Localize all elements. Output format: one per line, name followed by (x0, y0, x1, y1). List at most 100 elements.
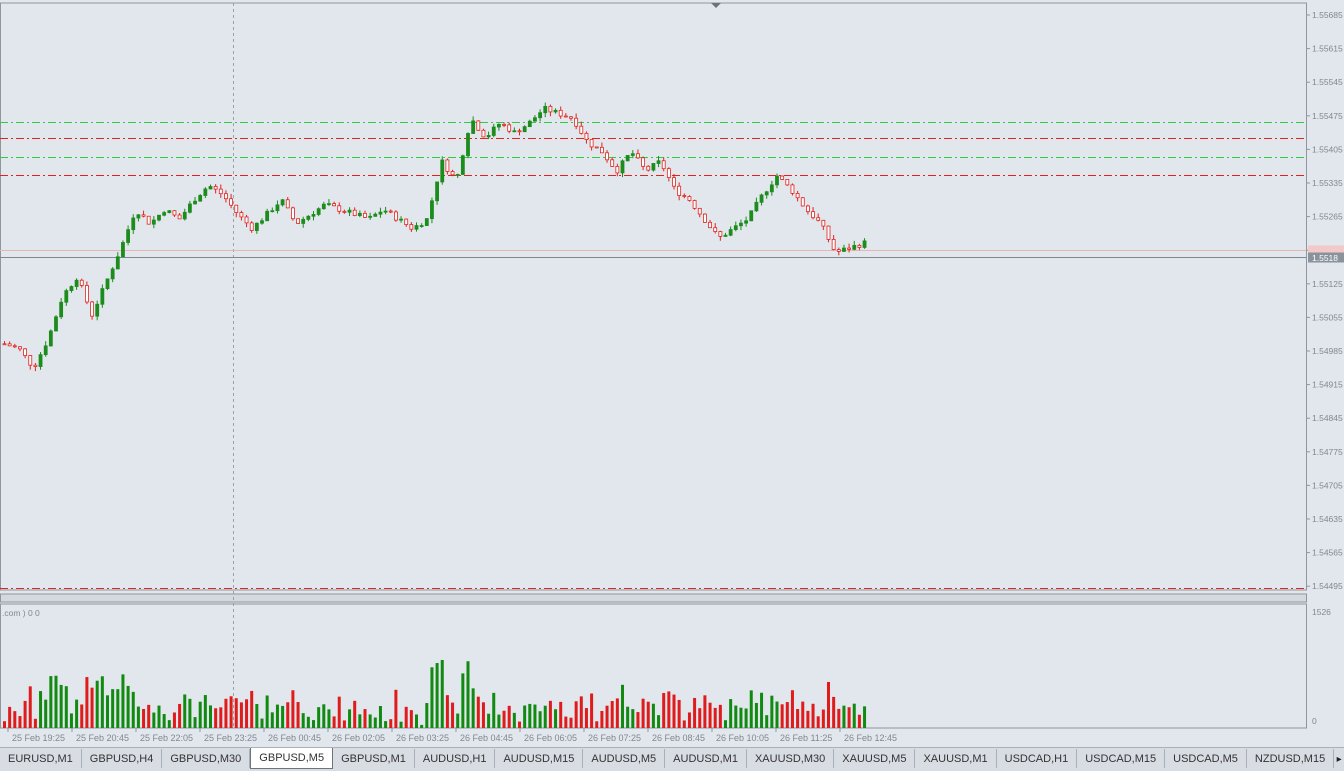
bear-candle[interactable] (569, 116, 573, 119)
bull-candle[interactable] (357, 212, 362, 217)
bear-candle[interactable] (600, 146, 604, 154)
bull-candle[interactable] (321, 203, 326, 210)
bear-candle[interactable] (780, 175, 785, 180)
bear-candle[interactable] (28, 355, 33, 366)
bull-candle[interactable] (744, 220, 748, 224)
bear-candle[interactable] (23, 348, 28, 356)
bear-candle[interactable] (234, 204, 239, 213)
chart-tab-audusd-m1[interactable]: AUDUSD,M1 (665, 749, 747, 768)
bull-candle[interactable] (136, 214, 141, 219)
bull-candle[interactable] (764, 191, 769, 196)
bear-candle[interactable] (177, 214, 182, 220)
chart-tab-xauusd-m5[interactable]: XAUUSD,M5 (834, 749, 916, 768)
bull-candle[interactable] (43, 345, 48, 356)
bull-candle[interactable] (739, 222, 743, 227)
bull-candle[interactable] (466, 133, 470, 157)
bear-candle[interactable] (646, 165, 651, 171)
bull-candle[interactable] (424, 218, 429, 226)
chart-tab-nzdusd-m15[interactable]: NZDUSD,M15 (1247, 749, 1335, 768)
bull-candle[interactable] (311, 214, 316, 217)
bull-candle[interactable] (769, 184, 774, 193)
chart-tab-xauusd-m1[interactable]: XAUUSD,M1 (915, 749, 997, 768)
bear-candle[interactable] (785, 179, 790, 186)
bull-candle[interactable] (208, 186, 213, 190)
bull-candle[interactable] (306, 215, 311, 220)
bear-candle[interactable] (672, 177, 676, 187)
bull-candle[interactable] (54, 316, 58, 332)
bull-candle[interactable] (651, 163, 656, 171)
bull-candle[interactable] (115, 256, 120, 270)
bull-candle[interactable] (538, 112, 542, 119)
bear-candle[interactable] (445, 159, 450, 172)
bull-candle[interactable] (193, 200, 197, 205)
bear-candle[interactable] (847, 247, 851, 250)
chart-shift-marker[interactable] (711, 3, 721, 8)
bull-candle[interactable] (486, 135, 491, 138)
bear-candle[interactable] (342, 210, 347, 213)
bear-candle[interactable] (661, 160, 666, 170)
bull-candle[interactable] (759, 194, 764, 203)
bear-candle[interactable] (218, 188, 223, 195)
bear-candle[interactable] (285, 199, 290, 209)
bear-candle[interactable] (687, 196, 692, 201)
bull-candle[interactable] (455, 174, 460, 176)
bear-candle[interactable] (708, 221, 712, 229)
bull-candle[interactable] (126, 229, 130, 243)
bull-candle[interactable] (316, 208, 321, 215)
chevron-right-icon[interactable]: ▸ (1334, 748, 1344, 771)
bear-candle[interactable] (388, 210, 393, 213)
bear-candle[interactable] (229, 198, 234, 206)
bull-candle[interactable] (260, 220, 264, 224)
chart-tab-gbpusd-m30[interactable]: GBPUSD,M30 (162, 749, 251, 768)
bear-candle[interactable] (811, 211, 815, 219)
chart-tab-xauusd-m30[interactable]: XAUUSD,M30 (747, 749, 835, 768)
bear-candle[interactable] (574, 117, 579, 127)
bear-candle[interactable] (790, 184, 795, 194)
bull-candle[interactable] (435, 181, 440, 202)
bull-candle[interactable] (553, 109, 558, 113)
bull-candle[interactable] (69, 286, 74, 292)
bear-candle[interactable] (816, 217, 821, 221)
bull-candle[interactable] (368, 215, 373, 218)
bear-candle[interactable] (502, 124, 506, 126)
bull-candle[interactable] (347, 209, 352, 213)
bear-candle[interactable] (481, 129, 486, 138)
bull-candle[interactable] (187, 203, 192, 213)
bear-candle[interactable] (594, 146, 599, 149)
bull-candle[interactable] (440, 159, 445, 183)
bear-candle[interactable] (290, 207, 295, 220)
bear-candle[interactable] (450, 171, 455, 176)
bull-candle[interactable] (754, 201, 759, 212)
bull-candle[interactable] (522, 126, 527, 133)
bear-candle[interactable] (352, 209, 357, 217)
chart-tab-gbpusd-m5[interactable]: GBPUSD,M5 (250, 748, 334, 769)
bull-candle[interactable] (131, 217, 136, 231)
bear-candle[interactable] (857, 244, 862, 248)
bull-candle[interactable] (496, 124, 501, 128)
bear-candle[interactable] (692, 200, 697, 209)
bear-candle[interactable] (548, 105, 553, 113)
bull-candle[interactable] (527, 120, 532, 128)
bull-candle[interactable] (265, 210, 270, 222)
chart-area[interactable]: 1.55685 1.55615 1.55545 1.55475 1.55405 1.553… (0, 0, 1344, 747)
bull-candle[interactable] (105, 278, 110, 289)
bear-candle[interactable] (641, 157, 645, 167)
bull-candle[interactable] (110, 268, 115, 280)
bull-candle[interactable] (862, 240, 867, 248)
panel-splitter[interactable] (0, 593, 1307, 603)
bear-candle[interactable] (605, 152, 609, 161)
bear-candle[interactable] (332, 203, 337, 207)
chart-tab-eurusd-m1[interactable]: EURUSD,M1 (0, 749, 82, 768)
bear-candle[interactable] (33, 364, 38, 367)
bear-candle[interactable] (517, 130, 522, 133)
bear-candle[interactable] (718, 231, 723, 237)
bear-candle[interactable] (682, 195, 687, 197)
bear-candle[interactable] (579, 125, 584, 134)
bull-candle[interactable] (162, 212, 167, 216)
bull-candle[interactable] (59, 301, 64, 318)
chart-tab-gbpusd-m1[interactable]: GBPUSD,M1 (333, 749, 415, 768)
bear-candle[interactable] (244, 216, 249, 224)
bear-candle[interactable] (224, 193, 228, 200)
bear-candle[interactable] (90, 301, 94, 317)
bull-candle[interactable] (728, 229, 733, 236)
